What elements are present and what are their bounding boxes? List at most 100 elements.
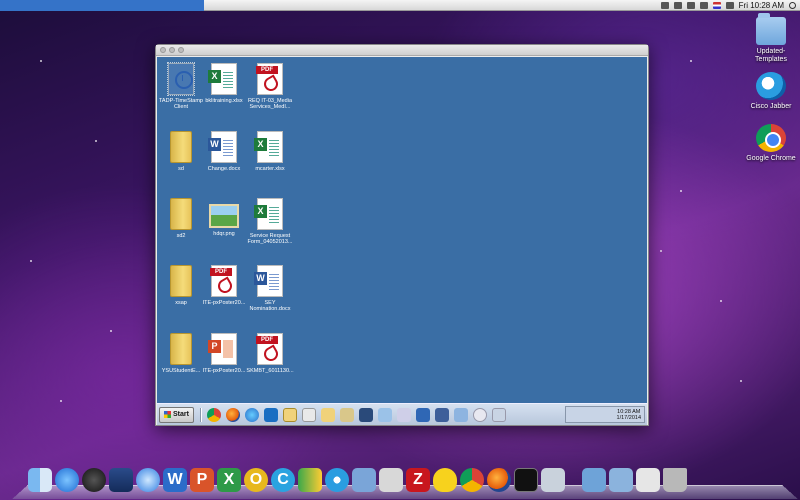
pdf-file-icon: PDF — [210, 265, 237, 297]
cisco-jabber-icon — [756, 72, 786, 100]
internet-explorer-icon[interactable] — [244, 407, 259, 422]
icon-label: ITE-pxPoster20... — [202, 368, 246, 374]
win-icon-ite-poster-pdf[interactable]: PDF ITE-pxPoster20... — [199, 265, 249, 306]
communicator-icon[interactable]: C — [271, 468, 295, 492]
close-button[interactable] — [160, 47, 166, 53]
trash-icon[interactable] — [663, 468, 687, 492]
spotlight-icon[interactable] — [789, 2, 796, 9]
remote-desktop-icon[interactable] — [379, 468, 403, 492]
folder-icon — [170, 131, 192, 163]
excel-file-icon: X — [208, 63, 237, 95]
battery-icon[interactable] — [725, 2, 734, 9]
dashboard-icon[interactable] — [82, 468, 106, 492]
win-icon-bklitraining[interactable]: X bklitraining.xlsx — [199, 63, 249, 104]
network-icon[interactable] — [358, 407, 373, 422]
icon-label: SKMBT_6011130... — [246, 368, 294, 374]
volume-icon[interactable] — [699, 2, 708, 9]
excel-file-icon: X — [254, 131, 283, 163]
desktop-icon-label: Google Chrome — [746, 155, 796, 162]
tray-clock[interactable]: 10:28 AM 1/17/2014 — [617, 409, 641, 421]
win-icon-change-docx[interactable]: W Change.docx — [199, 131, 249, 172]
icon-label: REQ IT-03_Media Services_MedI... — [247, 98, 293, 110]
vm-window[interactable]: TADP-TimeStamp Client X bklitraining.xls… — [155, 44, 649, 426]
applications-folder-icon[interactable] — [582, 468, 606, 492]
powerpoint-icon[interactable]: P — [190, 468, 214, 492]
word-file-icon: W — [254, 265, 283, 297]
explorer-icon[interactable] — [282, 407, 297, 422]
taskbar-separator — [199, 407, 202, 422]
zoom-button[interactable] — [178, 47, 184, 53]
preview-icon[interactable] — [352, 468, 376, 492]
filezilla-icon[interactable]: Z — [406, 468, 430, 492]
control-panel-icon[interactable] — [377, 407, 392, 422]
active-menu-highlight — [0, 0, 204, 11]
start-button[interactable]: Start — [159, 406, 194, 423]
firefox-icon[interactable] — [487, 468, 511, 492]
tray-date: 1/17/2014 — [616, 414, 641, 421]
powershell-icon[interactable] — [415, 407, 430, 422]
windows-logo-icon — [164, 411, 171, 418]
win-icon-req-it03[interactable]: PDF REQ IT-03_Media Services_MedI... — [245, 63, 295, 110]
folder-icon — [170, 265, 192, 297]
console-icon[interactable] — [434, 407, 449, 422]
cyberduck-icon[interactable] — [433, 468, 457, 492]
win-icon-skmbt[interactable]: PDF SKMBT_6011130... — [245, 333, 295, 374]
word-file-icon: W — [208, 131, 237, 163]
icon-label: SEY Nomination.docx — [249, 300, 291, 312]
menu-clock[interactable]: Fri 10:28 AM — [739, 0, 784, 11]
remote-icon[interactable] — [453, 407, 468, 422]
icon-label: hdqr.png — [213, 231, 235, 237]
messenger-icon[interactable] — [298, 468, 322, 492]
outlook-icon[interactable] — [263, 407, 278, 422]
terminal-icon[interactable] — [514, 468, 538, 492]
finder-icon[interactable] — [28, 468, 52, 492]
downloads-icon[interactable] — [636, 468, 660, 492]
chrome-icon[interactable] — [206, 407, 221, 422]
system-tray[interactable]: 10:28 AM 1/17/2014 — [565, 406, 645, 423]
windows-desktop[interactable]: TADP-TimeStamp Client X bklitraining.xls… — [157, 57, 647, 425]
google-chrome-icon — [756, 124, 786, 152]
desktop-icon-updated-templates[interactable]: Updated- Templates — [741, 13, 800, 64]
win-icon-sey-nomination[interactable]: W SEY Nomination.docx — [245, 265, 295, 312]
media-player-icon[interactable] — [301, 407, 316, 422]
bluetooth-icon[interactable] — [673, 2, 682, 9]
library-icon[interactable] — [339, 407, 354, 422]
time-machine-icon[interactable] — [660, 2, 669, 9]
documents-folder-icon[interactable] — [609, 468, 633, 492]
minimize-button[interactable] — [169, 47, 175, 53]
jabber-icon[interactable] — [325, 468, 349, 492]
app-store-icon[interactable] — [55, 468, 79, 492]
win-icon-hdqr-png[interactable]: hdqr.png — [199, 198, 249, 237]
pdf-file-icon: PDF — [256, 63, 283, 95]
wifi-icon[interactable] — [686, 2, 695, 9]
tools-icon[interactable] — [396, 407, 411, 422]
folder-icon — [170, 333, 192, 365]
mission-control-icon[interactable] — [109, 468, 133, 492]
powerpoint-file-icon: P — [208, 333, 237, 365]
start-label: Start — [173, 410, 189, 418]
word-icon[interactable]: W — [163, 468, 187, 492]
vm-titlebar[interactable] — [156, 45, 648, 56]
pdf-file-icon: PDF — [256, 333, 283, 365]
dock-items: W P X O C Z — [28, 468, 687, 492]
search-tool-icon[interactable] — [472, 407, 487, 422]
folder-icon[interactable] — [320, 407, 335, 422]
win-icon-mcarter[interactable]: X mcarter.xlsx — [245, 131, 295, 172]
safari-icon[interactable] — [136, 468, 160, 492]
dock: W P X O C Z — [12, 452, 798, 500]
outlook-icon[interactable]: O — [244, 468, 268, 492]
firefox-icon[interactable] — [225, 407, 240, 422]
win-icon-ite-poster-ppt[interactable]: P ITE-pxPoster20... — [199, 333, 249, 374]
chrome-icon[interactable] — [460, 468, 484, 492]
image-capture-icon[interactable] — [541, 468, 565, 492]
input-source-flag-icon[interactable] — [712, 2, 721, 9]
win-icon-service-request[interactable]: X Service Request Form_04052013... — [245, 198, 295, 245]
desktop-icon-google-chrome[interactable]: Google Chrome — [741, 124, 800, 163]
excel-icon[interactable]: X — [217, 468, 241, 492]
desktop-icon-label: Updated- Templates — [755, 48, 787, 63]
desktop-icon-cisco-jabber[interactable]: Cisco Jabber — [741, 72, 800, 111]
windows-taskbar: Start 10:28 AM 1/17/2014 — [157, 403, 647, 425]
icon-label: bklitraining.xlsx — [205, 98, 243, 104]
snipping-icon[interactable] — [491, 407, 506, 422]
clock-shortcut-icon — [167, 62, 195, 96]
